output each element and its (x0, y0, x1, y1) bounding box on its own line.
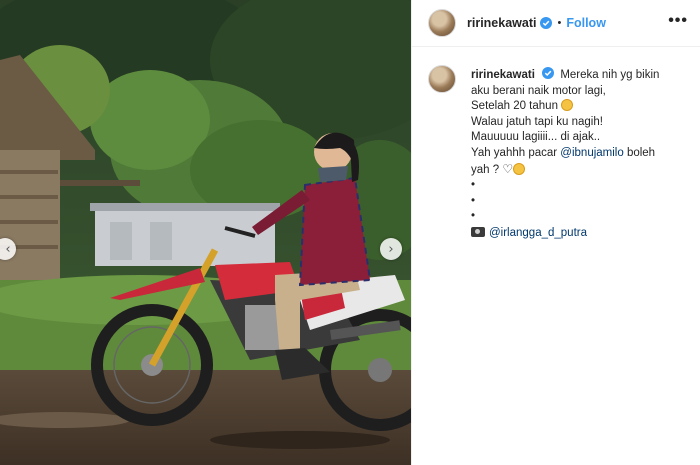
mention-link[interactable]: @ibnujamilo (560, 147, 623, 159)
chevron-left-icon: ‹ (5, 241, 11, 257)
caption-line-4: Walau jatuh tapi ku nagih! (471, 115, 603, 128)
photo-motorbike-rider (0, 0, 411, 465)
heart-outline-icon: ♡ (502, 161, 514, 176)
caption-text: ririnekawati Mereka nih yg bikin aku ber… (471, 67, 684, 242)
credit-mention-link[interactable]: @irlangga_d_putra (489, 227, 587, 239)
caption-avatar[interactable] (428, 65, 456, 93)
post-photo[interactable]: ‹ › (0, 0, 411, 465)
caption-username[interactable]: ririnekawati (471, 69, 535, 81)
caption-line-6-suffix: boleh (623, 146, 656, 159)
smiling-face-icon (513, 162, 526, 175)
verified-badge-icon (542, 67, 555, 79)
follow-button[interactable]: Follow (566, 16, 606, 30)
caption-bullet: • (471, 210, 476, 223)
verified-badge-icon (540, 17, 553, 29)
header-username[interactable]: ririnekawati (467, 16, 536, 30)
post-side-panel: ririnekawati • Follow ••• ririnekawati M… (411, 0, 700, 465)
chevron-right-icon: › (388, 241, 394, 257)
caption-bullet: • (471, 179, 476, 192)
grinning-face-icon (561, 99, 574, 112)
avatar[interactable] (428, 9, 456, 37)
caption-bullet: • (471, 194, 476, 207)
next-photo-button[interactable]: › (380, 238, 402, 260)
caption-line-6-prefix: Yah yahhh pacar (471, 146, 561, 159)
camera-icon (471, 226, 485, 237)
caption-line-2: aku berani naik motor lagi, (471, 84, 606, 97)
post-header: ririnekawati • Follow ••• (412, 0, 700, 47)
caption-line-3: Setelah 20 tahun (471, 100, 558, 113)
more-options-button[interactable]: ••• (668, 12, 688, 30)
caption-line-1: Mereka nih yg bikin (560, 69, 660, 81)
caption-line-5: Mauuuuu lagiiii... di ajak.. (471, 131, 601, 144)
caption-line-7: yah ? (471, 163, 500, 176)
separator-dot: • (557, 17, 562, 29)
caption-row: ririnekawati Mereka nih yg bikin aku ber… (412, 47, 700, 242)
